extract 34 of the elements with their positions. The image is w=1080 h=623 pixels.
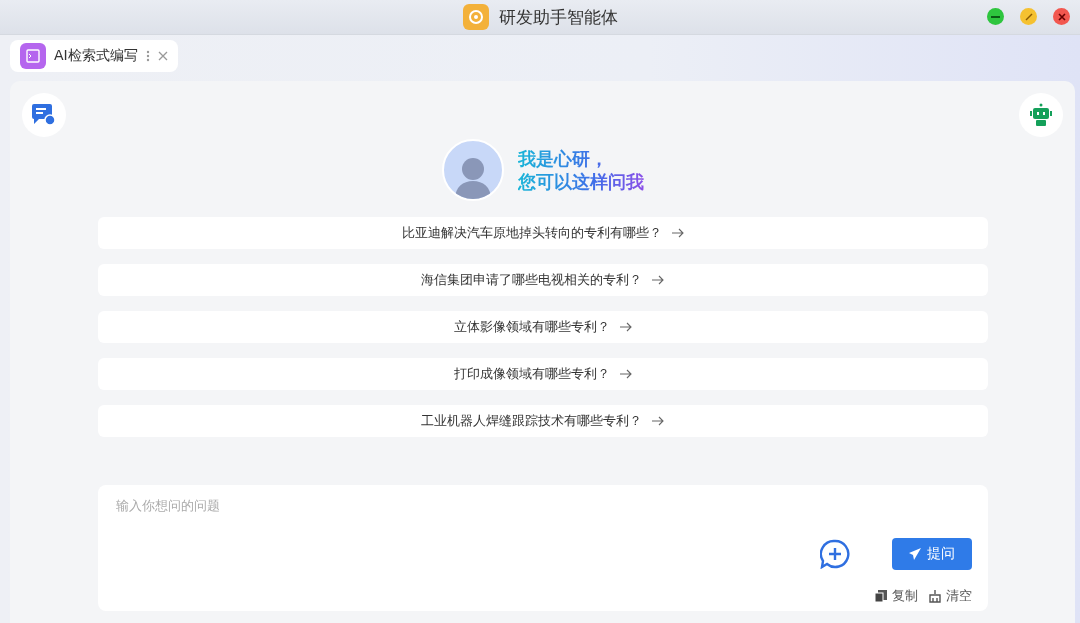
clear-button[interactable]: 清空 xyxy=(927,587,972,605)
question-input[interactable]: 输入你想问的问题 提问 复制 清空 xyxy=(97,485,988,611)
chat-history-icon xyxy=(32,104,56,126)
close-button[interactable] xyxy=(1053,8,1070,25)
tab[interactable]: AI检索式编写 xyxy=(10,40,178,72)
arrow-right-icon xyxy=(652,275,664,285)
arrow-right-icon xyxy=(619,369,632,379)
minus-icon xyxy=(991,15,1000,18)
close-icon xyxy=(1057,12,1066,21)
suggestion-item[interactable]: 比亚迪解决汽车原地掉头转向的专利有哪些？ xyxy=(97,217,988,249)
submit-button[interactable]: 提问 xyxy=(891,538,972,570)
suggestion-item[interactable]: 工业机器人焊缝跟踪技术有哪些专利？ xyxy=(97,405,988,437)
app-logo-icon xyxy=(462,4,489,30)
robot-button[interactable] xyxy=(1019,93,1063,137)
arrow-right-icon xyxy=(652,416,664,426)
history-button[interactable] xyxy=(22,93,66,137)
terminal-icon xyxy=(20,43,46,69)
expand-icon xyxy=(1024,12,1033,21)
suggestion-item[interactable]: 海信集团申请了哪些电视相关的专利？ xyxy=(97,264,988,296)
arrow-right-icon xyxy=(619,322,632,332)
close-icon[interactable] xyxy=(157,51,168,61)
copy-button[interactable]: 复制 xyxy=(873,587,918,605)
more-icon[interactable] xyxy=(145,50,150,62)
greeting-text: 我是心研， 您可以这样问我 xyxy=(517,147,644,193)
window-title: 研发助手智能体 xyxy=(498,5,618,29)
robot-icon xyxy=(1029,103,1053,127)
suggestion-item[interactable]: 打印成像领域有哪些专利？ xyxy=(97,358,988,390)
arrow-right-icon xyxy=(671,228,684,238)
minimize-button[interactable] xyxy=(987,8,1004,25)
copy-icon xyxy=(873,589,888,603)
maximize-button[interactable] xyxy=(1020,8,1037,25)
suggestion-item[interactable]: 立体影像领域有哪些专利？ xyxy=(97,311,988,343)
broom-icon xyxy=(927,589,942,603)
send-icon xyxy=(908,548,921,560)
